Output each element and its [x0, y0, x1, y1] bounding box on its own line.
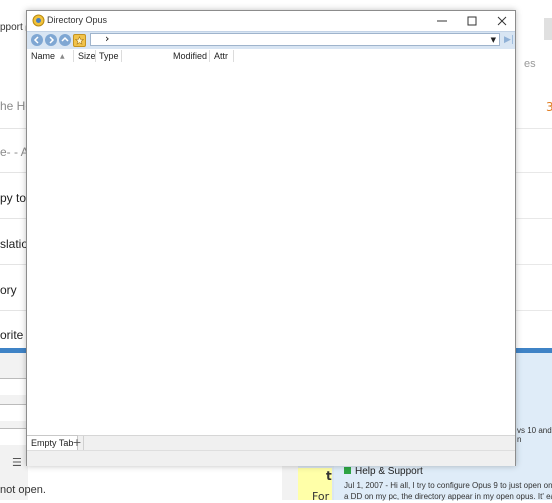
navigation-toolbar: › ▼ ▶|: [27, 31, 515, 50]
maximize-button[interactable]: [457, 11, 487, 31]
reply-count: 3: [546, 100, 552, 114]
favorites-star-icon[interactable]: [73, 34, 86, 47]
forward-icon[interactable]: [45, 34, 57, 46]
topic-row[interactable]: py to: [0, 191, 28, 205]
column-separator[interactable]: [73, 50, 74, 62]
directory-opus-window: Directory Opus › ▼ ▶| Name ▲ Size Type M…: [26, 10, 516, 466]
row-divider: [0, 128, 28, 129]
add-tab-button[interactable]: +: [71, 436, 84, 450]
title-bar[interactable]: Directory Opus: [27, 11, 515, 31]
editor-field[interactable]: [0, 404, 28, 421]
row-divider: [516, 172, 552, 173]
category-square-icon: [344, 467, 351, 474]
replies-label: es: [524, 58, 536, 70]
topic-row[interactable]: ory: [0, 283, 28, 297]
help-support-heading[interactable]: Help & Support: [344, 466, 423, 477]
window-title: Directory Opus: [47, 15, 108, 25]
minimize-button[interactable]: [427, 11, 457, 31]
file-list-area[interactable]: [27, 63, 515, 435]
column-separator[interactable]: [121, 50, 122, 62]
breadcrumb-chevron-icon[interactable]: ›: [105, 32, 109, 45]
editor-field[interactable]: [0, 428, 28, 445]
panel-side-text: vs 10 and n: [517, 426, 552, 444]
row-divider: [516, 264, 552, 265]
sort-ascending-icon: ▲: [60, 53, 65, 60]
back-icon[interactable]: [31, 34, 43, 46]
help-support-snippet: Jul 1, 2007 - Hi all, I try to configure…: [344, 481, 552, 501]
column-headers: Name ▲ Size Type Modified Attr: [27, 49, 515, 63]
go-arrow-icon[interactable]: ▶|: [504, 35, 514, 45]
column-type[interactable]: Type: [99, 51, 119, 61]
list-icon[interactable]: ☰: [12, 456, 22, 469]
editor-text: not open.: [0, 484, 46, 496]
column-separator[interactable]: [95, 50, 96, 62]
editor-panel: [0, 353, 28, 500]
topic-row[interactable]: slation: [0, 237, 28, 251]
path-dropdown-icon[interactable]: ▼: [491, 36, 496, 44]
row-divider: [516, 128, 552, 129]
status-bar: [27, 450, 515, 466]
row-divider: [0, 172, 28, 173]
row-divider: [516, 310, 552, 311]
column-size[interactable]: Size: [78, 51, 96, 61]
topic-row[interactable]: he He: [0, 99, 28, 113]
column-attr[interactable]: Attr: [214, 51, 228, 61]
column-name[interactable]: Name: [31, 51, 55, 61]
row-divider: [0, 218, 28, 219]
row-divider: [516, 218, 552, 219]
folder-tab-bar: Empty Tab +: [27, 435, 515, 451]
search-box-fragment[interactable]: [544, 18, 552, 40]
location-path-field[interactable]: › ▼: [90, 32, 500, 46]
row-divider: [0, 310, 28, 311]
row-divider: [0, 264, 28, 265]
column-separator[interactable]: [233, 50, 234, 62]
topic-row[interactable]: orite f: [0, 328, 28, 342]
up-icon[interactable]: [59, 34, 71, 46]
sticky-word: For: [312, 490, 330, 503]
directory-opus-app-icon: [32, 14, 45, 27]
sticky-letter: t: [326, 469, 332, 483]
column-modified[interactable]: Modified: [173, 51, 207, 61]
editor-field[interactable]: [0, 378, 28, 395]
close-button[interactable]: [487, 11, 517, 31]
column-separator[interactable]: [209, 50, 210, 62]
topic-row[interactable]: e- - A: [0, 145, 28, 159]
